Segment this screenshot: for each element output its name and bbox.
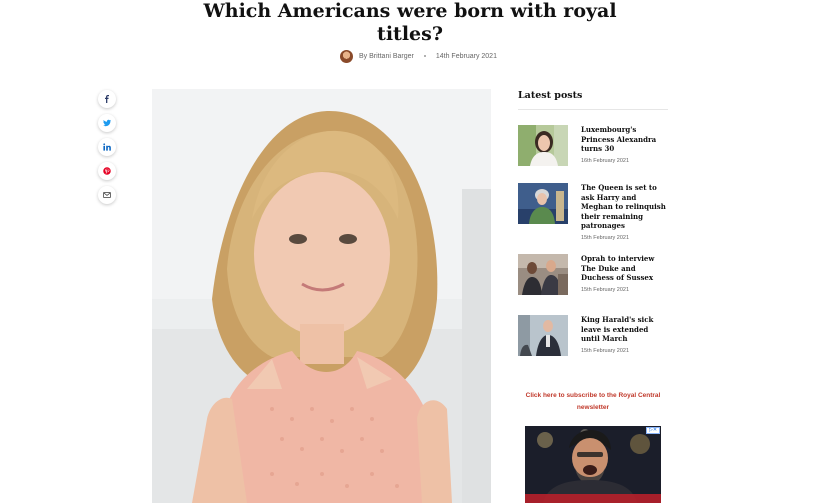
post-date: 15th February 2021 (581, 234, 630, 241)
ad-choices-icon[interactable]: ▷✕ (646, 427, 660, 434)
post-title[interactable]: King Harald's sick leave is extended unt… (581, 315, 668, 344)
post-date: 16th February 2021 (581, 157, 630, 164)
email-icon (103, 186, 111, 204)
post-date: 15th February 2021 (581, 347, 630, 354)
twitter-icon (103, 114, 111, 132)
share-bar (98, 90, 116, 204)
post-thumbnail[interactable] (518, 315, 568, 356)
share-pinterest-button[interactable] (98, 162, 116, 180)
post-thumbnail[interactable] (518, 125, 568, 166)
post-thumbnail[interactable] (518, 254, 568, 295)
latest-post-item[interactable]: The Queen is set to ask Harry and Meghan… (518, 183, 668, 241)
article-title: Which Americans were born with royal tit… (203, 0, 617, 45)
share-email-button[interactable] (98, 186, 116, 204)
latest-post-item[interactable]: Oprah to interview The Duke and Duchess … (518, 254, 668, 295)
separator-dot (423, 55, 426, 57)
share-twitter-button[interactable] (98, 114, 116, 132)
post-thumbnail[interactable] (518, 183, 568, 224)
advertisement[interactable]: ▷✕ (525, 426, 661, 503)
facebook-icon (103, 90, 111, 108)
article-hero-image (152, 89, 491, 503)
author-name[interactable]: By Brittani Barger (359, 53, 414, 60)
latest-posts-heading: Latest posts (518, 90, 668, 110)
byline: By Brittani Barger 14th February 2021 (340, 49, 497, 63)
linkedin-icon (103, 138, 111, 156)
share-linkedin-button[interactable] (98, 138, 116, 156)
author-avatar[interactable] (340, 49, 353, 63)
share-facebook-button[interactable] (98, 90, 116, 108)
latest-post-item[interactable]: King Harald's sick leave is extended unt… (518, 315, 668, 356)
newsletter-subscribe-link[interactable]: Click here to subscribe to the Royal Cen… (518, 390, 668, 414)
post-title[interactable]: Luxembourg's Princess Alexandra turns 30 (581, 125, 668, 154)
pinterest-icon (103, 162, 111, 180)
post-date: 15th February 2021 (581, 286, 630, 293)
sidebar: Latest posts Luxembourg's Princess Alexa… (518, 90, 668, 356)
latest-post-item[interactable]: Luxembourg's Princess Alexandra turns 30… (518, 125, 668, 166)
post-title[interactable]: Oprah to interview The Duke and Duchess … (581, 254, 668, 283)
publish-date: 14th February 2021 (435, 52, 497, 60)
post-title[interactable]: The Queen is set to ask Harry and Meghan… (581, 183, 668, 231)
